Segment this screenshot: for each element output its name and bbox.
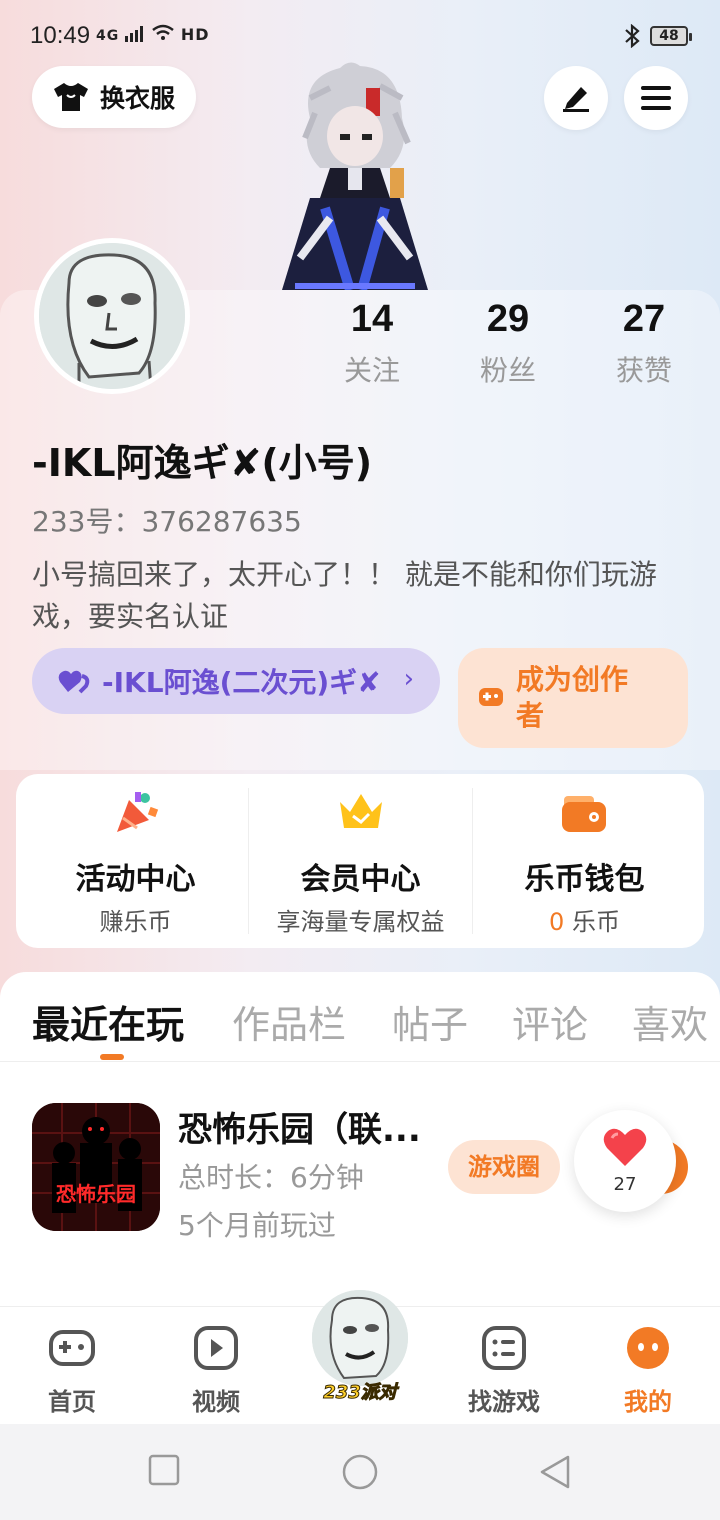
nickname: -IKL阿逸ギ✘(小号) [32,441,373,485]
battery-icon: 48 [650,26,692,46]
bio: 小号搞回来了，太开心了！！ 就是不能和你们玩游戏，要实名认证 [32,558,657,633]
activity-center-sub: 赚乐币 [99,908,172,936]
likes-count: 27 [622,298,666,340]
menu-icon [641,86,671,110]
vip-center-sub: 享海量专属权益 [276,908,445,936]
tab-indicator [100,1054,124,1060]
wallet-title: 乐币钱包 [524,862,645,897]
vip-center-title: 会员中心 [300,862,421,897]
party-avatar [312,1290,408,1386]
game-title: 恐怖乐园（联... [178,1110,421,1150]
stat-followers[interactable]: 29 粉丝 [448,298,568,389]
crown-icon [340,794,382,828]
activity-center-title: 活动中心 [75,862,196,897]
profile-icon [627,1327,669,1369]
party-popper-icon [117,792,159,832]
system-nav-bar [0,1424,720,1520]
nav-party[interactable] [312,1290,408,1386]
edit-profile-button[interactable] [544,66,608,130]
feature-card: 活动中心 赚乐币 会员中心 享海量专属权益 乐币钱包 0 乐币 [16,774,704,948]
hd-label: HD [180,25,210,44]
wallet-balance: 0 [549,908,565,936]
game-circle-button[interactable]: 游戏圈 [448,1140,560,1194]
wifi-icon [152,24,174,40]
bluetooth-icon [625,24,640,48]
change-outfit-button[interactable]: 换衣服 [32,66,196,128]
followers-count: 29 [486,298,530,340]
heart-icon [603,1128,647,1166]
fan-group-label: -IKL阿逸(二次元)ギ✘ [102,666,381,699]
chevron-right-icon: › [403,664,414,694]
game-cover-text: 恐怖乐园 [56,1182,136,1206]
like-count: 27 [613,1174,637,1195]
back-triangle-icon[interactable] [538,1454,572,1490]
become-creator-label: 成为创作者 [516,663,629,732]
tab-likes[interactable]: 喜欢 [632,994,708,1049]
status-time: 10:49 [30,22,91,49]
recent-apps-icon[interactable] [148,1454,180,1486]
nav-party-label: 233派对 [323,1382,398,1404]
wallet-icon [562,796,606,832]
nav-find-games[interactable]: 找游戏 [454,1326,554,1417]
nav-home-label: 首页 [48,1388,96,1416]
profile-avatar[interactable] [34,238,190,394]
tab-works[interactable]: 作品栏 [232,994,346,1049]
nav-mine[interactable]: 我的 [598,1326,698,1417]
wallet-button[interactable]: 乐币钱包 0 乐币 [470,774,699,948]
fan-group-button[interactable]: -IKL阿逸(二次元)ギ✘ › [32,648,440,714]
nav-video[interactable]: 视频 [166,1326,266,1417]
game-icon[interactable]: 恐怖乐园 [32,1103,160,1231]
tab-posts[interactable]: 帖子 [392,994,468,1049]
tab-divider [0,1061,720,1062]
avatar-character[interactable] [270,58,440,290]
gamepad-badge-icon [479,688,503,706]
menu-button[interactable] [624,66,688,130]
avatar-image [39,243,185,389]
stat-following[interactable]: 14 关注 [312,298,432,389]
following-label: 关注 [343,354,400,387]
stat-likes[interactable]: 27 获赞 [584,298,704,389]
nav-video-label: 视频 [192,1388,240,1416]
game-duration: 总时长：6分钟 [178,1161,364,1194]
followers-label: 粉丝 [479,354,536,387]
nav-mine-label: 我的 [624,1388,672,1416]
likes-label: 获赞 [615,354,672,387]
tab-comments[interactable]: 评论 [512,994,588,1049]
following-count: 14 [350,298,394,340]
wallet-sub: 0 乐币 [470,902,699,937]
shirt-icon [54,83,88,111]
activity-center-button[interactable]: 活动中心 赚乐币 [21,774,250,948]
game-last-played: 5个月前玩过 [178,1209,336,1242]
nav-find-games-label: 找游戏 [468,1388,540,1416]
change-outfit-label: 换衣服 [100,84,176,113]
signal-label: 4G [96,28,120,44]
list-item[interactable]: 恐怖乐园 恐怖乐园（联... 总时长：6分钟 5个月前玩过 游戏圈 27 [0,1090,720,1250]
play-icon [194,1326,238,1370]
game-cover: 恐怖乐园 [32,1103,160,1231]
user-id[interactable]: 233号：376287635 [32,500,302,540]
gamepad-icon [49,1330,95,1366]
tab-recently-played[interactable]: 最近在玩 [32,994,184,1049]
pen-icon [563,87,589,112]
like-bubble[interactable]: 27 [574,1110,676,1212]
home-circle-icon[interactable] [340,1454,380,1494]
nav-home[interactable]: 首页 [22,1326,122,1417]
vip-center-button[interactable]: 会员中心 享海量专属权益 [246,774,475,948]
become-creator-button[interactable]: 成为创作者 [458,648,688,748]
signal-icon: 4G HD [96,24,210,44]
wallet-unit: 乐币 [564,908,620,936]
list-icon [482,1326,526,1370]
heart-group-icon [58,670,90,694]
